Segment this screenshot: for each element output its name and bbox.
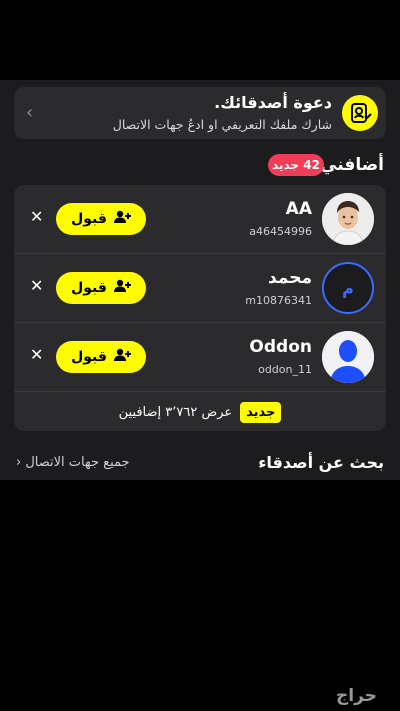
divider bbox=[14, 391, 386, 392]
accept-label: قبول bbox=[71, 280, 107, 296]
friend-requests-list: AA a46454996 قبول ✕ م محمد m10876341 قبو… bbox=[14, 185, 386, 431]
show-more-button[interactable]: جديد عرض ٣٬٧٦٢ إضافيين bbox=[14, 393, 386, 431]
invite-contacts-icon bbox=[342, 95, 378, 131]
find-friends-heading: بحث عن أصدقاء bbox=[258, 453, 384, 472]
new-tag: جديد bbox=[240, 401, 282, 423]
new-requests-badge: 42 جديد bbox=[268, 154, 324, 176]
list-item[interactable]: AA a46454996 قبول ✕ bbox=[14, 185, 386, 253]
accept-button[interactable]: قبول bbox=[56, 272, 146, 304]
friend-name: Oddon bbox=[249, 337, 312, 357]
invite-title: دعوة أصدقائك. bbox=[214, 93, 332, 112]
list-item[interactable]: Oddon oddon_11 قبول ✕ bbox=[14, 323, 386, 391]
accept-label: قبول bbox=[71, 349, 107, 365]
add-friend-icon bbox=[113, 279, 131, 297]
friend-name: AA bbox=[285, 199, 312, 219]
close-icon[interactable]: ✕ bbox=[30, 209, 46, 225]
invite-subtitle: شارك ملفك التعريفي او ادعُ جهات الاتصال bbox=[112, 117, 332, 132]
friend-username: oddon_11 bbox=[258, 363, 312, 376]
all-contacts-link[interactable]: جميع جهات الاتصال ‹ bbox=[16, 455, 130, 470]
add-friend-icon bbox=[113, 348, 131, 366]
add-friend-icon bbox=[113, 210, 131, 228]
avatar-letter: م bbox=[342, 278, 354, 298]
list-item[interactable]: م محمد m10876341 قبول ✕ bbox=[14, 254, 386, 322]
friend-name: محمد bbox=[268, 268, 312, 288]
added-me-heading: أضافني bbox=[320, 155, 384, 175]
avatar[interactable] bbox=[322, 193, 374, 245]
invite-friends-card[interactable]: ‹ دعوة أصدقائك. شارك ملفك التعريفي او اد… bbox=[14, 87, 386, 139]
friend-username: m10876341 bbox=[245, 294, 312, 307]
chevron-left-icon: ‹ bbox=[26, 102, 34, 123]
accept-button[interactable]: قبول bbox=[56, 203, 146, 235]
avatar[interactable]: م bbox=[322, 262, 374, 314]
accept-label: قبول bbox=[71, 211, 107, 227]
close-icon[interactable]: ✕ bbox=[30, 347, 46, 363]
watermark-logo: حراج bbox=[336, 686, 377, 706]
avatar[interactable] bbox=[322, 331, 374, 383]
show-more-label: عرض ٣٬٧٦٢ إضافيين bbox=[118, 404, 233, 420]
friend-username: a46454996 bbox=[249, 225, 312, 238]
close-icon[interactable]: ✕ bbox=[30, 278, 46, 294]
accept-button[interactable]: قبول bbox=[56, 341, 146, 373]
